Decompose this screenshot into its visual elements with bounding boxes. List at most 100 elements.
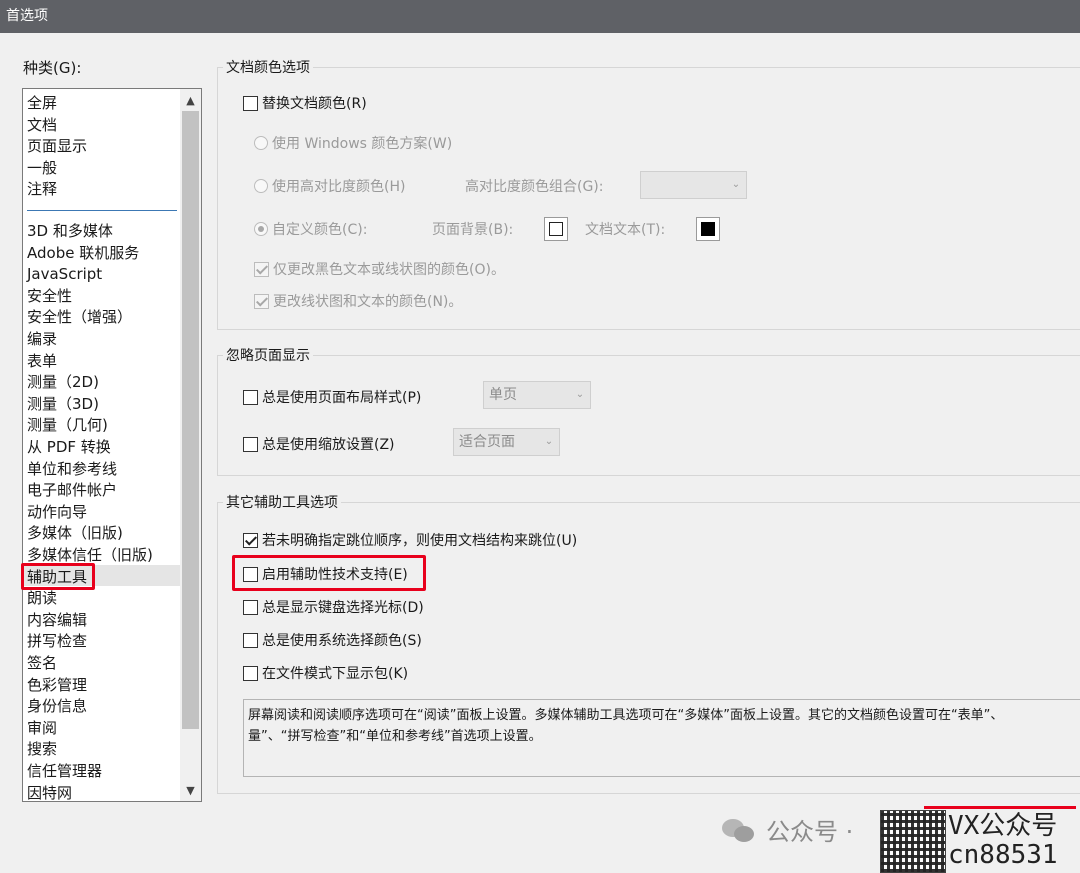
info-text-box: 屏幕阅读和阅读顺序选项可在“阅读”面板上设置。多媒体辅助工具选项可在“多媒体”面… <box>243 699 1080 777</box>
info-line-1: 屏幕阅读和阅读顺序选项可在“阅读”面板上设置。多媒体辅助工具选项可在“多媒体”面… <box>248 708 1004 723</box>
info-line-2: 量”、“拼写检查”和“单位和参考线”首选项上设置。 <box>248 729 542 744</box>
custom-color-radio[interactable] <box>254 222 268 236</box>
replace-colors-label: 替换文档颜色(R) <box>262 96 367 112</box>
other-tools-label: 若未明确指定跳位顺序，则使用文档结构来跳位(U) <box>262 533 578 549</box>
chevron-up-icon[interactable]: ▲ <box>180 91 201 111</box>
doc-text-color-swatch[interactable] <box>696 217 720 241</box>
category-item[interactable]: 测量（几何) <box>27 415 108 436</box>
change-line-text-label: 更改线状图和文本的颜色(N)。 <box>273 294 463 310</box>
wechat-icon <box>722 817 756 843</box>
category-item[interactable]: 电子邮件帐户 <box>27 480 117 501</box>
always-page-layout-label: 总是使用页面布局样式(P) <box>262 390 422 406</box>
highlight-box-option <box>232 555 426 591</box>
category-item[interactable]: 内容编辑 <box>27 610 87 631</box>
category-item[interactable]: 签名 <box>27 653 57 674</box>
category-item[interactable]: 文档 <box>27 115 57 136</box>
other-tools-option[interactable]: 总是显示键盘选择光标(D) <box>243 597 424 617</box>
page-bg-color-swatch[interactable] <box>544 217 568 241</box>
replace-colors-checkbox[interactable] <box>243 95 258 111</box>
only-black-text-checkbox[interactable] <box>254 261 269 277</box>
categories-scrollbar[interactable]: ▲ ▼ <box>180 89 201 801</box>
categories-list[interactable]: 全屏 文档 页面显示 一般 注释 3D 和多媒体 Adobe 联机服务 JavaScript 安… <box>22 88 202 802</box>
only-black-text-option[interactable]: 仅更改黑色文本或线状图的颜色(O)。 <box>254 259 505 279</box>
category-item[interactable]: 安全性 <box>27 286 72 307</box>
window-title-bar: 首选项 <box>0 0 1080 33</box>
use-high-contrast-option[interactable]: 使用高对比度颜色(H) <box>254 176 405 196</box>
highlight-box-category <box>21 563 95 590</box>
category-item[interactable]: Adobe 联机服务 <box>27 243 139 264</box>
change-line-text-option[interactable]: 更改线状图和文本的颜色(N)。 <box>254 291 462 311</box>
category-item[interactable]: 表单 <box>27 351 57 372</box>
page-layout-combo[interactable]: 单页 ⌄ <box>483 381 591 409</box>
category-item[interactable]: 信任管理器 <box>27 761 102 782</box>
category-item[interactable]: 安全性（增强） <box>27 307 132 328</box>
category-item[interactable]: 拼写检查 <box>27 631 87 652</box>
category-item[interactable]: 一般 <box>27 158 57 179</box>
chevron-down-icon: ⌄ <box>731 179 741 190</box>
category-item[interactable]: 因特网 <box>27 783 72 801</box>
chevron-down-icon: ⌄ <box>544 436 554 447</box>
watermark: 公众号 · <box>722 812 853 847</box>
always-zoom-option[interactable]: 总是使用缩放设置(Z) <box>243 434 395 454</box>
zoom-value: 适合页面 <box>459 434 515 450</box>
category-item[interactable]: 多媒体（旧版) <box>27 523 123 544</box>
change-line-text-checkbox[interactable] <box>254 293 269 309</box>
vx-line-2: cn88531 <box>948 840 1058 870</box>
category-item[interactable]: JavaScript <box>27 264 102 285</box>
custom-color-label: 自定义颜色(C): <box>272 222 368 238</box>
use-windows-option[interactable]: 使用 Windows 颜色方案(W) <box>254 133 452 153</box>
category-item[interactable]: 测量（3D) <box>27 394 99 415</box>
always-page-layout-checkbox[interactable] <box>243 389 258 405</box>
page-bg-label: 页面背景(B): <box>432 222 514 238</box>
override-title: 忽略页面显示 <box>223 345 313 365</box>
chevron-down-icon[interactable]: ▼ <box>180 781 201 801</box>
doc-colors-title: 文档颜色选项 <box>223 57 313 77</box>
bottom-red-mark <box>924 806 1076 809</box>
category-item[interactable]: 测量（2D) <box>27 372 99 393</box>
category-item[interactable]: 单位和参考线 <box>27 459 117 480</box>
custom-color-option[interactable]: 自定义颜色(C): <box>254 219 367 239</box>
category-item[interactable]: 审阅 <box>27 718 57 739</box>
only-black-text-label: 仅更改黑色文本或线状图的颜色(O)。 <box>273 262 505 278</box>
category-item[interactable]: 3D 和多媒体 <box>27 221 113 242</box>
always-page-layout-option[interactable]: 总是使用页面布局样式(P) <box>243 387 421 407</box>
doc-text-label: 文档文本(T): <box>585 222 666 238</box>
page-layout-value: 单页 <box>489 387 517 403</box>
high-contrast-combo-label: 高对比度颜色组合(G): <box>465 179 604 195</box>
qr-code-icon <box>880 810 946 873</box>
other-tools-checkbox[interactable] <box>243 599 258 615</box>
other-tools-label: 总是使用系统选择颜色(S) <box>262 633 422 649</box>
category-item[interactable]: 全屏 <box>27 93 57 114</box>
zoom-combo[interactable]: 适合页面 ⌄ <box>453 428 560 456</box>
category-item[interactable]: 页面显示 <box>27 136 87 157</box>
other-tools-checkbox[interactable] <box>243 665 258 681</box>
other-tools-label: 在文件模式下显示包(K) <box>262 666 409 682</box>
category-item[interactable]: 编录 <box>27 329 57 350</box>
window-title: 首选项 <box>6 8 48 24</box>
scrollbar-thumb[interactable] <box>182 111 199 729</box>
category-item[interactable]: 从 PDF 转换 <box>27 437 111 458</box>
use-high-contrast-label: 使用高对比度颜色(H) <box>272 179 406 195</box>
page-bg-color <box>549 222 563 236</box>
other-tools-option[interactable]: 若未明确指定跳位顺序，则使用文档结构来跳位(U) <box>243 530 577 550</box>
replace-colors-option[interactable]: 替换文档颜色(R) <box>243 93 367 113</box>
vx-watermark: VX公众号 cn88531 <box>948 812 1058 870</box>
category-item[interactable]: 动作向导 <box>27 502 87 523</box>
other-tools-option[interactable]: 总是使用系统选择颜色(S) <box>243 630 422 650</box>
doc-text-color <box>701 222 715 236</box>
category-item[interactable]: 身份信息 <box>27 696 87 717</box>
categories-label: 种类(G): <box>23 59 82 77</box>
use-high-contrast-radio[interactable] <box>254 179 268 193</box>
other-tools-option[interactable]: 在文件模式下显示包(K) <box>243 663 408 683</box>
category-item[interactable]: 搜索 <box>27 739 57 760</box>
use-windows-radio[interactable] <box>254 136 268 150</box>
always-zoom-checkbox[interactable] <box>243 436 258 452</box>
category-item[interactable]: 注释 <box>27 179 57 200</box>
category-item[interactable]: 色彩管理 <box>27 675 87 696</box>
categories-separator <box>27 210 177 211</box>
other-tools-checkbox[interactable] <box>243 632 258 648</box>
override-group <box>217 355 1080 476</box>
category-item[interactable]: 朗读 <box>27 588 57 609</box>
high-contrast-combo[interactable]: ⌄ <box>640 171 747 199</box>
other-tools-checkbox[interactable] <box>243 532 258 548</box>
